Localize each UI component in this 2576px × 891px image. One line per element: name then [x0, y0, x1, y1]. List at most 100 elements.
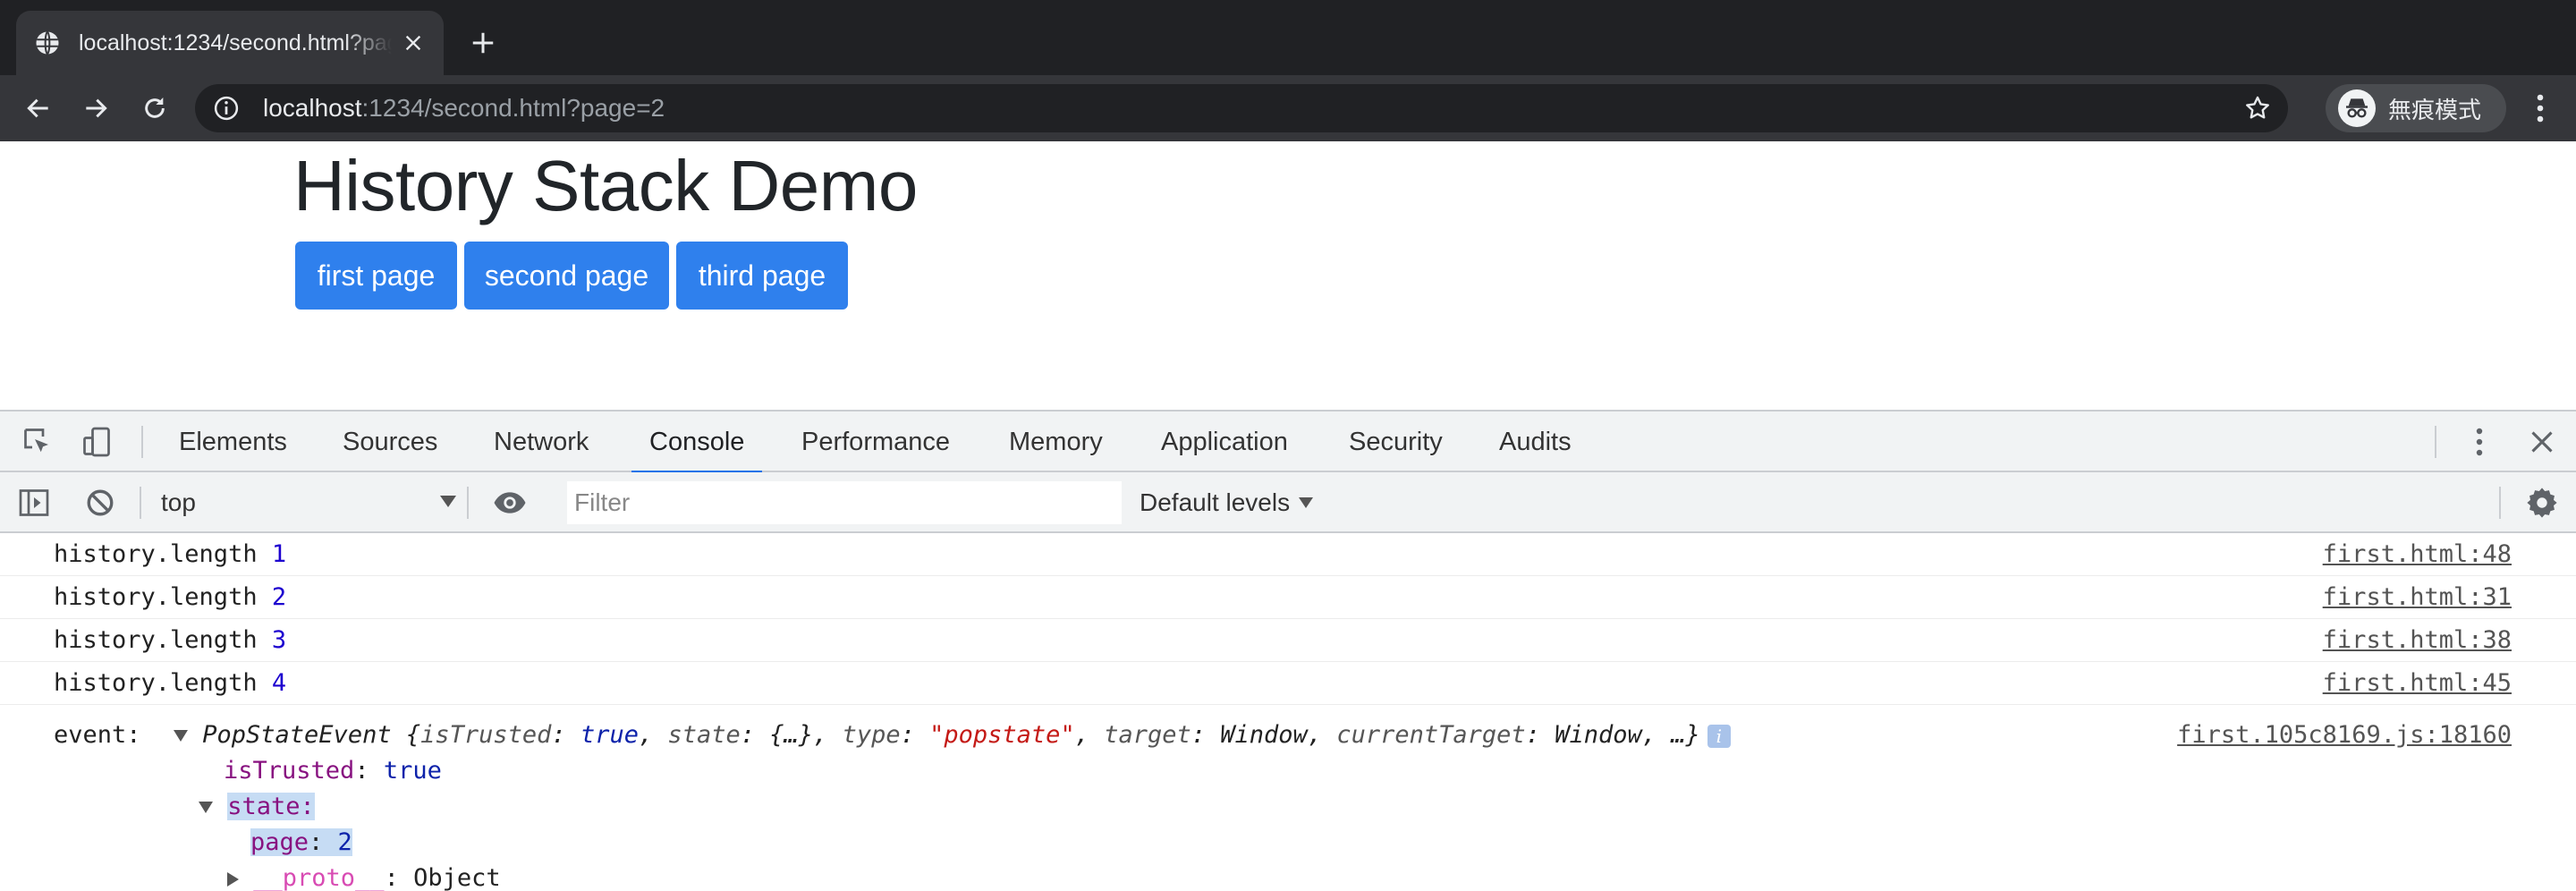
preview-key: type	[842, 721, 901, 749]
devtools-tab-memory[interactable]: Memory	[1009, 412, 1103, 472]
prop-page: page: 2	[250, 828, 352, 856]
site-info-icon[interactable]	[213, 95, 240, 122]
preview-value: Window	[1220, 721, 1308, 749]
preview-value: Window	[1555, 721, 1642, 749]
toolbar-divider	[2499, 487, 2501, 519]
event-source-link[interactable]: first.105c8169.js:18160	[2177, 721, 2512, 749]
collapse-triangle-icon[interactable]	[199, 802, 213, 813]
log-value: 1	[271, 540, 287, 568]
info-icon[interactable]: i	[1707, 724, 1731, 748]
context-selector[interactable]: top	[161, 485, 456, 521]
prop-value: Object	[413, 864, 501, 891]
prop-value: true	[383, 757, 442, 785]
reload-icon[interactable]	[134, 88, 175, 129]
log-text: history.length	[54, 540, 258, 568]
preview-key: currentTarget	[1336, 721, 1526, 749]
toolbar-divider	[141, 426, 143, 458]
devtools-menu-icon[interactable]	[2462, 424, 2497, 460]
page-heading: History Stack Demo	[293, 146, 918, 225]
console-log-row: history.length 3 first.html:38	[0, 619, 2576, 662]
devtools-tab-application[interactable]: Application	[1161, 412, 1288, 472]
prop-key: page	[250, 828, 309, 856]
globe-icon	[34, 30, 61, 56]
toolbar-divider	[2435, 426, 2436, 458]
incognito-indicator[interactable]: 無痕模式	[2326, 84, 2506, 132]
console-output: history.length 1 first.html:48 history.l…	[0, 533, 2576, 891]
console-log-row: history.length 1 first.html:48	[0, 533, 2576, 576]
prop-value: 2	[337, 828, 352, 856]
preview-key: target	[1104, 721, 1191, 749]
devtools-tab-sources[interactable]: Sources	[343, 412, 437, 472]
preview-tail: …}	[1671, 721, 1700, 749]
log-source-link[interactable]: first.html:31	[2323, 583, 2512, 611]
log-message: history.length 3	[54, 626, 286, 654]
preview-value: {…}	[769, 721, 814, 749]
close-devtools-icon[interactable]	[2524, 424, 2560, 460]
browser-tab[interactable]: localhost:1234/second.html?page=2	[16, 11, 444, 75]
prop-key: state:	[227, 793, 315, 820]
log-message: history.length 1	[54, 540, 286, 568]
console-toolbar: top Default levels	[0, 472, 2576, 533]
devtools-tab-elements[interactable]: Elements	[179, 412, 287, 472]
new-tab-icon[interactable]	[467, 27, 499, 59]
preview-value: "popstate"	[929, 721, 1075, 749]
expand-triangle-icon[interactable]	[227, 871, 239, 887]
chevron-down-icon	[440, 496, 456, 507]
prop-proto[interactable]: __proto__: Object	[227, 864, 501, 891]
log-text: history.length	[54, 626, 258, 654]
log-message: history.length 4	[54, 669, 286, 697]
console-filter-input[interactable]	[567, 481, 1122, 524]
log-levels-dropdown[interactable]: Default levels	[1140, 485, 1314, 521]
log-source-link[interactable]: first.html:38	[2323, 626, 2512, 654]
close-tab-icon[interactable]	[401, 30, 426, 55]
preview-value: true	[580, 721, 639, 749]
chevron-down-icon	[1299, 497, 1314, 508]
preview-key: state	[667, 721, 741, 749]
preview-brace: {	[405, 721, 421, 749]
console-event-entry: event: PopStateEvent {isTrusted: true, s…	[0, 712, 2576, 891]
console-settings-gear-icon[interactable]	[2524, 485, 2560, 521]
collapse-triangle-icon[interactable]	[174, 730, 188, 742]
preview-key: isTrusted	[420, 721, 552, 749]
inspect-element-icon[interactable]	[20, 424, 55, 460]
console-log-row: history.length 2 first.html:31	[0, 576, 2576, 619]
devtools-tab-security[interactable]: Security	[1349, 412, 1443, 472]
log-text: history.length	[54, 669, 258, 697]
prop-key: isTrusted	[224, 757, 355, 785]
show-sidebar-icon[interactable]	[16, 485, 52, 521]
device-toolbar-icon[interactable]	[79, 424, 114, 460]
devtools-tab-network[interactable]: Network	[494, 412, 589, 472]
bookmark-star-icon[interactable]	[2243, 94, 2272, 123]
browser-menu-icon[interactable]	[2522, 89, 2558, 127]
toolbar-divider	[467, 487, 469, 519]
devtools-tab-bar: Elements Sources Network Console Perform…	[0, 412, 2576, 474]
devtools-tab-performance[interactable]: Performance	[801, 412, 950, 472]
prop-is-trusted: isTrusted: true	[224, 757, 442, 785]
second-page-button[interactable]: second page	[464, 242, 669, 310]
toolbar-divider	[140, 487, 141, 519]
devtools-tab-audits[interactable]: Audits	[1499, 412, 1572, 472]
log-value: 2	[271, 583, 287, 611]
event-label: event:	[54, 721, 141, 749]
context-value: top	[161, 488, 196, 516]
third-page-button[interactable]: third page	[676, 242, 848, 310]
page-viewport: History Stack Demo first page second pag…	[0, 141, 2576, 410]
address-bar[interactable]: localhost:1234/second.html?page=2	[195, 84, 2288, 132]
forward-icon[interactable]	[75, 88, 116, 129]
back-icon[interactable]	[18, 88, 59, 129]
event-object-preview[interactable]: PopStateEvent {isTrusted: true, state: {…	[174, 721, 1731, 749]
log-message: history.length 2	[54, 583, 286, 611]
log-value: 3	[271, 626, 287, 654]
log-source-link[interactable]: first.html:48	[2323, 540, 2512, 568]
prop-state[interactable]: state:	[199, 793, 315, 820]
devtools-tab-console[interactable]: Console	[631, 412, 763, 474]
devtools-panel: Elements Sources Network Console Perform…	[0, 410, 2576, 891]
browser-tab-strip: localhost:1234/second.html?page=2	[0, 0, 2576, 75]
url-path: :1234/second.html?page=2	[361, 94, 665, 122]
log-value: 4	[271, 669, 287, 697]
first-page-button[interactable]: first page	[295, 242, 457, 310]
clear-console-icon[interactable]	[82, 485, 118, 521]
live-expression-eye-icon[interactable]	[492, 485, 528, 521]
tab-title: localhost:1234/second.html?page=2	[79, 30, 392, 55]
log-source-link[interactable]: first.html:45	[2323, 669, 2512, 697]
